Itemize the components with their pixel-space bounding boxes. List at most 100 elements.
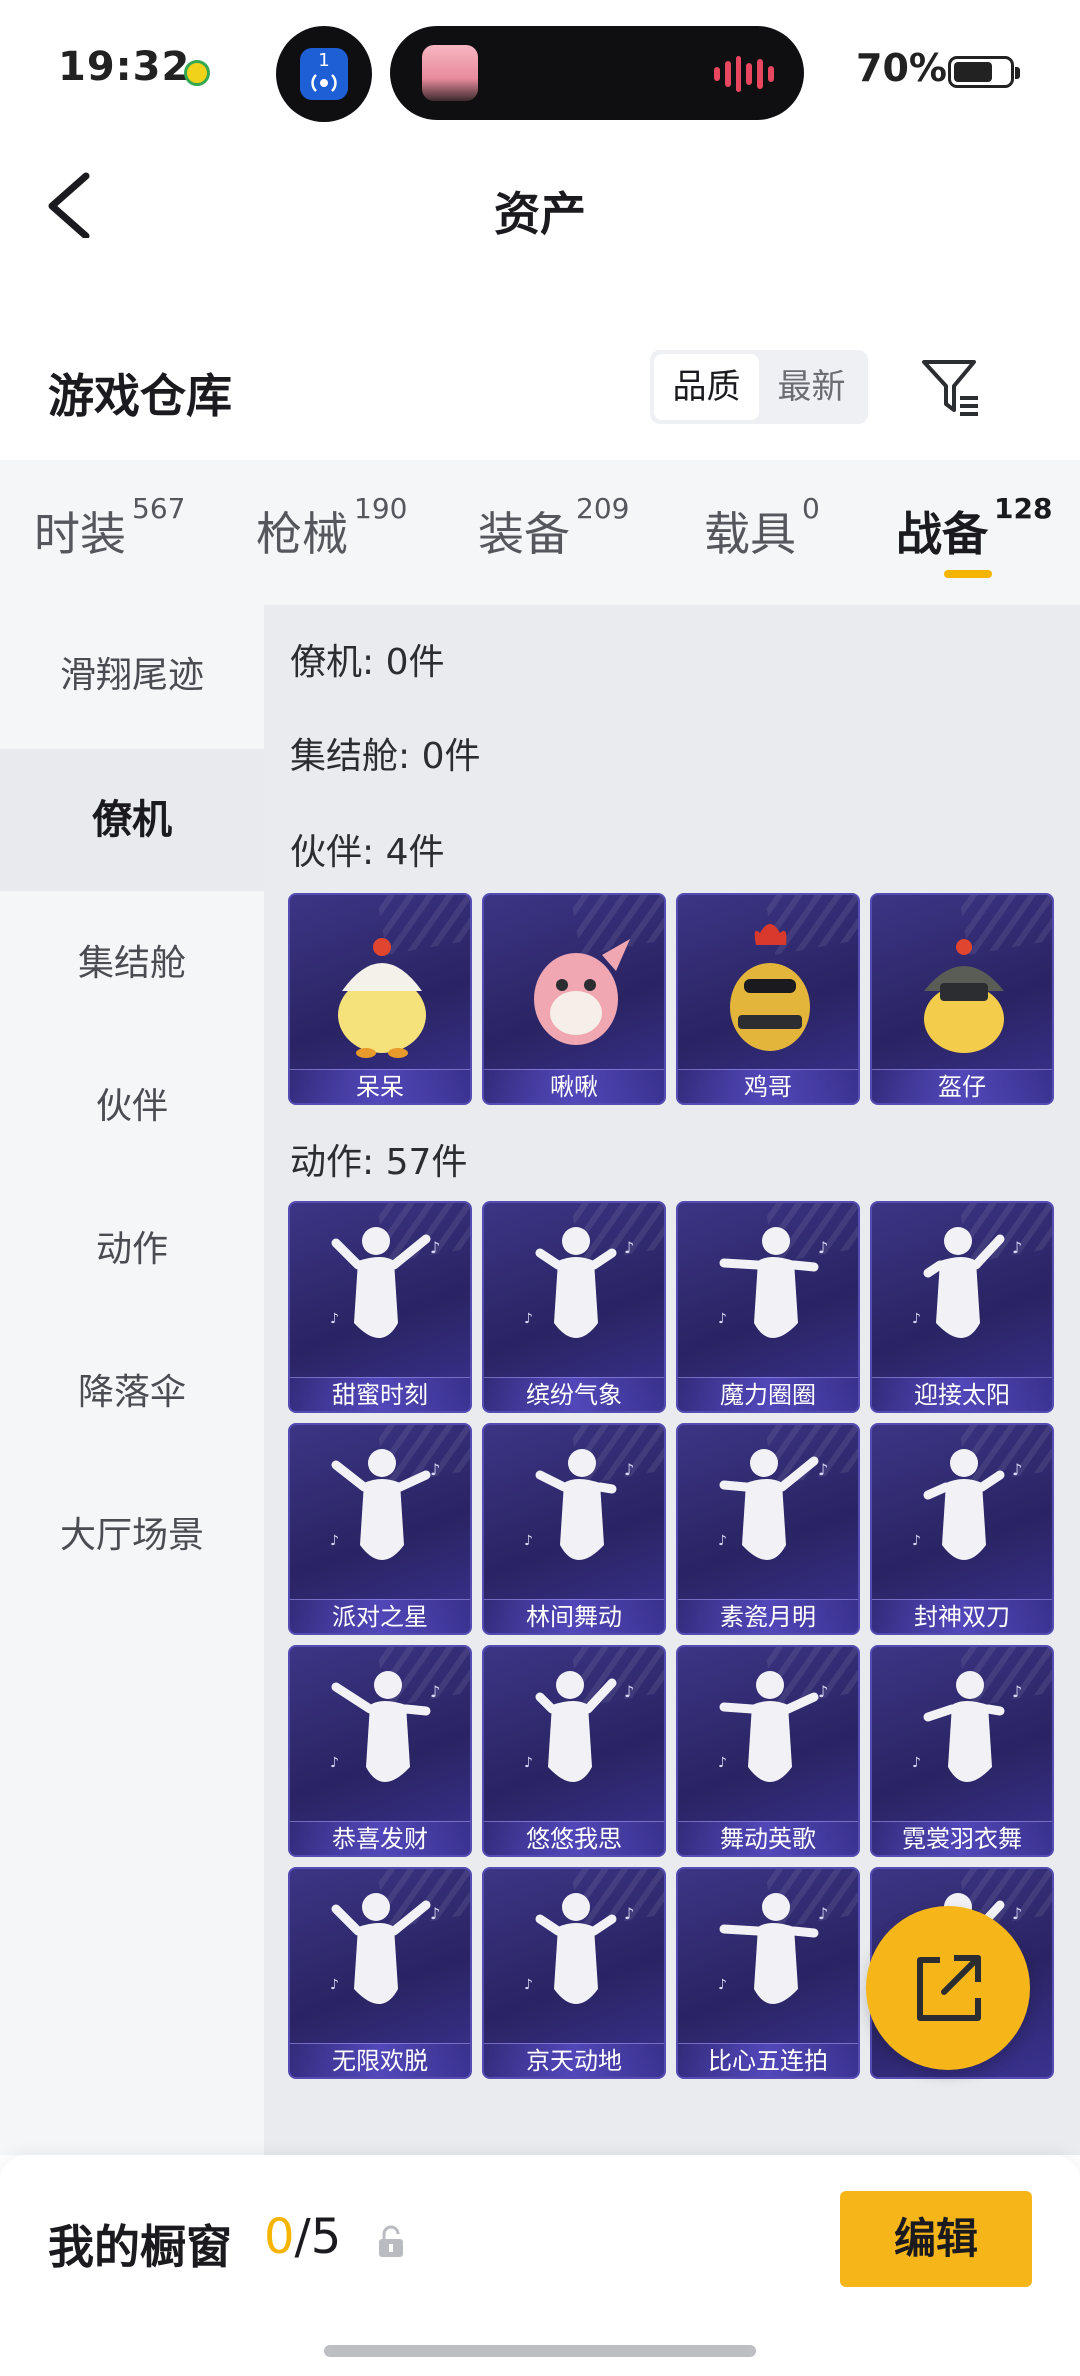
top-nav: 资产 <box>0 140 1080 270</box>
dancer-silhouette-icon: ♪♪ <box>718 1671 828 1782</box>
pink-bird-icon <box>534 939 630 1045</box>
svg-text:♪: ♪ <box>718 1533 727 1549</box>
card-label: 悠悠我思 <box>484 1821 664 1855</box>
lock-icon <box>379 2225 403 2257</box>
emote-card[interactable]: ♪ ♪ 甜蜜时刻 <box>288 1201 472 1413</box>
svg-text:♪: ♪ <box>524 1311 533 1327</box>
sidebar-item-glide-trail[interactable]: 滑翔尾迹 <box>0 605 264 747</box>
sidebar-item-wingman[interactable]: 僚机 <box>0 749 264 891</box>
svg-text:♪: ♪ <box>524 1977 533 1993</box>
svg-text:♪: ♪ <box>330 1977 339 1993</box>
svg-text:♪: ♪ <box>330 1311 339 1327</box>
emote-card[interactable]: ♪ ♪ 素瓷月明 <box>676 1423 860 1635</box>
svg-text:♪: ♪ <box>624 1682 634 1701</box>
partner-card[interactable]: 呆呆 <box>288 893 472 1105</box>
dancer-silhouette-icon: ♪♪ <box>912 1671 1022 1782</box>
svg-text:♪: ♪ <box>524 1533 533 1549</box>
emote-card[interactable]: ♪ ♪ 林间舞动 <box>482 1423 666 1635</box>
emote-card[interactable]: ♪ ♪ 比心五连拍 <box>676 1867 860 2079</box>
partner-card[interactable]: 啾啾 <box>482 893 666 1105</box>
sidebar-item-partner[interactable]: 伙伴 <box>0 1036 264 1178</box>
svg-text:♪: ♪ <box>912 1755 921 1771</box>
partner-card[interactable]: 鸡哥 <box>676 893 860 1105</box>
chick-icon <box>338 938 426 1058</box>
card-label: 迎接太阳 <box>872 1377 1052 1411</box>
dancer-silhouette-icon: ♪♪ <box>330 1893 440 2004</box>
dancer-silhouette-icon: ♪♪ <box>524 1893 634 2004</box>
svg-text:♪: ♪ <box>330 1755 339 1771</box>
card-label: 林间舞动 <box>484 1599 664 1633</box>
edit-button[interactable]: 编辑 <box>840 2191 1032 2287</box>
emote-card[interactable]: ♪ ♪ 封神双刀 <box>870 1423 1054 1635</box>
tab-supplies[interactable]: 战备 128 <box>896 492 1052 564</box>
dancer-silhouette-icon: ♪♪ <box>718 1449 828 1560</box>
tab-fashion[interactable]: 时装 567 <box>34 492 185 564</box>
emote-card[interactable]: ♪ ♪ 悠悠我思 <box>482 1645 666 1857</box>
card-label: 舞动英歌 <box>678 1821 858 1855</box>
tab-equipment[interactable]: 装备 209 <box>478 492 629 564</box>
svg-text:♪: ♪ <box>1012 1238 1022 1257</box>
section-emote: 动作: 57件 <box>290 1142 468 1183</box>
notification-icon <box>184 60 210 86</box>
tab-count: 190 <box>354 492 408 525</box>
tab-count: 128 <box>994 492 1053 525</box>
emote-card[interactable]: ♪ ♪ 派对之星 <box>288 1423 472 1635</box>
showcase-label: 我的橱窗 <box>48 2220 232 2274</box>
emote-card[interactable]: ♪ ♪ 缤纷气象 <box>482 1201 666 1413</box>
svg-text:♪: ♪ <box>718 1977 727 1993</box>
sidebar-item-capsule[interactable]: 集结舱 <box>0 893 264 1035</box>
dancer-silhouette-icon: ♪♪ <box>330 1227 440 1338</box>
svg-text:♪: ♪ <box>430 1682 440 1701</box>
emote-card[interactable]: ♪ ♪ 无限欢脱 <box>288 1867 472 2079</box>
showcase-current: 0 <box>264 2209 295 2265</box>
card-label: 无限欢脱 <box>290 2043 470 2077</box>
rooster-icon <box>730 924 810 1051</box>
emote-card[interactable]: ♪ ♪ 恭喜发财 <box>288 1645 472 1857</box>
svg-text:♪: ♪ <box>718 1311 727 1327</box>
sidebar-item-parachute[interactable]: 降落伞 <box>0 1322 264 1464</box>
sidebar-item-emote[interactable]: 动作 <box>0 1179 264 1321</box>
status-time: 19:32 <box>58 44 191 90</box>
sort-by-newest[interactable]: 最新 <box>759 354 864 420</box>
emote-card[interactable]: ♪ ♪ 京天动地 <box>482 1867 666 2079</box>
sort-toggle: 品质 最新 <box>650 350 868 424</box>
emote-card[interactable]: ♪ ♪ 舞动英歌 <box>676 1645 860 1857</box>
svg-text:♪: ♪ <box>1012 1682 1022 1701</box>
tab-weapons[interactable]: 枪械 190 <box>256 492 407 564</box>
card-label: 魔力圈圈 <box>678 1377 858 1411</box>
showcase-count: 0/5 <box>264 2209 341 2265</box>
tab-label: 枪械 <box>256 507 348 561</box>
emote-card[interactable]: ♪ ♪ 魔力圈圈 <box>676 1201 860 1413</box>
svg-text:♪: ♪ <box>624 1460 634 1479</box>
battery-fill <box>954 62 992 82</box>
audio-wave-icon <box>714 54 774 94</box>
album-art-icon <box>422 45 478 101</box>
filter-button[interactable] <box>918 354 984 420</box>
svg-text:♪: ♪ <box>912 1533 921 1549</box>
dynamic-island-music[interactable] <box>390 26 804 120</box>
emote-card[interactable]: ♪ ♪ 霓裳羽衣舞 <box>870 1645 1054 1857</box>
status-bar: 19:32 1 70% <box>0 0 1080 140</box>
sort-by-quality[interactable]: 品质 <box>654 354 759 420</box>
tab-vehicles[interactable]: 载具 0 <box>704 492 820 564</box>
emote-card[interactable]: ♪ ♪ 迎接太阳 <box>870 1201 1054 1413</box>
share-button[interactable] <box>866 1906 1030 2070</box>
dynamic-island-small[interactable]: 1 <box>276 26 372 122</box>
dancer-silhouette-icon: ♪♪ <box>524 1449 634 1560</box>
svg-text:♪: ♪ <box>524 1755 533 1771</box>
card-label: 京天动地 <box>484 2043 664 2077</box>
battery-icon <box>948 56 1020 88</box>
tab-count: 567 <box>132 492 186 525</box>
showcase-total: /5 <box>294 2209 342 2265</box>
dancer-silhouette-icon: ♪♪ <box>330 1671 440 1782</box>
partner-card[interactable]: 盔仔 <box>870 893 1054 1105</box>
tab-count: 209 <box>576 492 630 525</box>
card-label: 鸡哥 <box>678 1069 858 1103</box>
filter-icon <box>922 360 978 416</box>
dancer-silhouette-icon: ♪♪ <box>524 1671 634 1782</box>
svg-text:♪: ♪ <box>624 1238 634 1257</box>
card-label: 派对之星 <box>290 1599 470 1633</box>
active-tab-indicator <box>944 570 992 578</box>
section-wingman: 僚机: 0件 <box>290 642 445 683</box>
sidebar-item-lobby-scene[interactable]: 大厅场景 <box>0 1465 264 1607</box>
